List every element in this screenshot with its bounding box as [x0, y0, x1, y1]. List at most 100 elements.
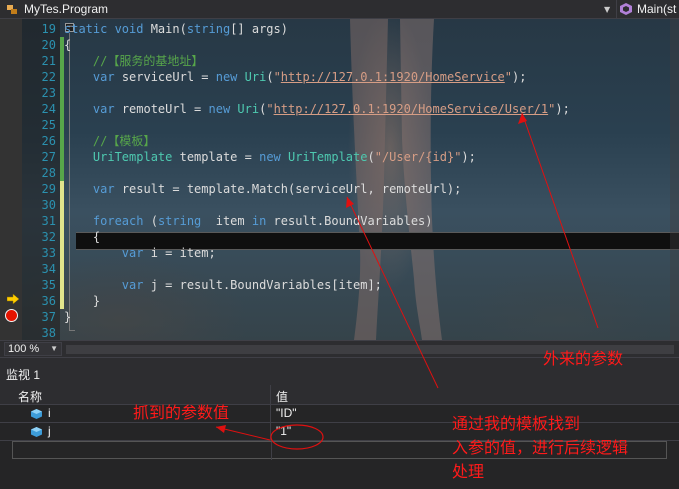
column-divider[interactable] [270, 385, 271, 405]
line-number: 19 [41, 22, 56, 36]
code-token: http://127.0.1:1920/HomeService/User/1 [273, 102, 549, 116]
line-number: 36 [41, 294, 56, 308]
line-number: 37 [41, 310, 56, 324]
code-line[interactable]: 24 var remoteUrl = new Uri("http://127.0… [0, 101, 679, 117]
code-line[interactable]: 20 { [0, 37, 679, 53]
annotation-external-params: 外来的参数 [543, 349, 624, 368]
code-token: Uri [244, 70, 267, 84]
code-line[interactable]: 33 var i = item; [0, 245, 679, 261]
column-header-name[interactable]: 名称 [18, 388, 42, 405]
vertical-scrollbar[interactable] [670, 19, 679, 340]
column-divider [270, 405, 271, 423]
code-line[interactable]: 25 [0, 117, 679, 133]
code-text[interactable]: var result = template.Match(serviceUrl, … [64, 181, 461, 197]
navigation-bar: MyTes.Program ▼ Main(st [0, 0, 679, 19]
code-token: { [64, 230, 101, 244]
code-line[interactable]: 19 static void Main(string[] args) [0, 21, 679, 37]
zoom-dropdown[interactable]: 100 % ▼ [4, 342, 62, 356]
code-token: " [273, 70, 281, 84]
code-text[interactable]: var remoteUrl = new Uri("http://127.0.1:… [64, 101, 570, 117]
code-text[interactable]: { [64, 37, 71, 53]
annotation-explain-line1: 通过我的模板找到 [452, 414, 581, 433]
code-line[interactable]: 32 { [0, 229, 679, 245]
line-number: 34 [41, 262, 56, 276]
code-token: foreach [92, 214, 151, 228]
chevron-down-icon[interactable]: ▼ [604, 5, 612, 14]
code-token: var [121, 246, 151, 260]
column-header-value[interactable]: 值 [276, 388, 288, 405]
code-line[interactable]: 35 var j = result.BoundVariables[item]; [0, 277, 679, 293]
line-number: 30 [41, 198, 56, 212]
code-token: item [215, 214, 252, 228]
code-line[interactable]: 30 [0, 197, 679, 213]
code-token: var [121, 278, 151, 292]
type-dropdown[interactable]: MyTes.Program ▼ [0, 0, 614, 18]
code-text[interactable]: UriTemplate template = new UriTemplate("… [64, 149, 476, 165]
code-token: Uri [237, 102, 260, 116]
code-text[interactable]: { [64, 229, 100, 245]
code-token: in [251, 214, 274, 228]
code-line[interactable]: 36 } [0, 293, 679, 309]
code-line[interactable]: 23 [0, 85, 679, 101]
class-icon [7, 5, 17, 14]
code-text[interactable]: var i = item; [64, 245, 216, 261]
watch-name: j [48, 424, 51, 438]
code-text[interactable]: var serviceUrl = new Uri("http://127.0.1… [64, 69, 527, 85]
code-line[interactable]: 28 [0, 165, 679, 181]
code-text[interactable]: var j = result.BoundVariables[item]; [64, 277, 382, 293]
code-token: j = result.BoundVariables[item]; [150, 278, 382, 292]
code-token: var [92, 70, 122, 84]
code-line[interactable]: 29 var result = template.Match(serviceUr… [0, 181, 679, 197]
line-number: 28 [41, 166, 56, 180]
code-line[interactable]: 38 [0, 325, 679, 340]
variable-icon [31, 409, 42, 419]
line-number: 38 [41, 326, 56, 340]
member-dropdown-label: Main(st [637, 2, 677, 16]
code-line[interactable]: 34 [0, 261, 679, 277]
code-line[interactable]: 37} [0, 309, 679, 325]
watch-value[interactable]: "ID" [276, 406, 297, 420]
code-token: remoteUrl = [121, 102, 209, 116]
code-token: { [64, 38, 72, 52]
code-text[interactable]: //【模板】 [64, 133, 155, 149]
code-text[interactable]: } [64, 293, 100, 309]
chevron-down-icon[interactable]: ▼ [50, 343, 58, 355]
code-text[interactable]: foreach (string item in result.BoundVari… [64, 213, 433, 229]
code-editor[interactable]: − 19 static void Main(string[] args) 20{21… [0, 19, 679, 340]
line-number: 31 [41, 214, 56, 228]
line-number: 35 [41, 278, 56, 292]
line-number: 22 [41, 70, 56, 84]
watch-value[interactable]: "1" [276, 424, 291, 438]
code-token: Main( [150, 22, 187, 36]
watch-column-headers: 名称 值 [0, 385, 679, 405]
code-line[interactable]: 22 var serviceUrl = new Uri("http://127.… [0, 69, 679, 85]
code-token: i = item; [150, 246, 216, 260]
line-number: 21 [41, 54, 56, 68]
code-text[interactable]: static void Main(string[] args) [64, 21, 288, 37]
code-token: ); [461, 150, 476, 164]
code-text[interactable]: //【服务的基地址】 [64, 53, 203, 69]
code-token: serviceUrl = [121, 70, 216, 84]
code-line[interactable]: 31 foreach (string item in result.BoundV… [0, 213, 679, 229]
code-token: template = [179, 150, 260, 164]
code-token: http://127.0.1:1920/HomeService [280, 70, 505, 84]
line-number: 20 [41, 38, 56, 52]
code-token: static [64, 22, 115, 36]
code-text[interactable]: } [64, 309, 71, 325]
code-token: ( [266, 70, 274, 84]
code-line[interactable]: 21 //【服务的基地址】 [0, 53, 679, 69]
variable-icon [31, 427, 42, 437]
code-line[interactable]: 26 //【模板】 [0, 133, 679, 149]
code-token: void [114, 22, 151, 36]
line-number: 24 [41, 102, 56, 116]
code-token: new [208, 102, 238, 116]
code-line[interactable]: 27 UriTemplate template = new UriTemplat… [0, 149, 679, 165]
member-dropdown[interactable]: Main(st [616, 0, 679, 18]
